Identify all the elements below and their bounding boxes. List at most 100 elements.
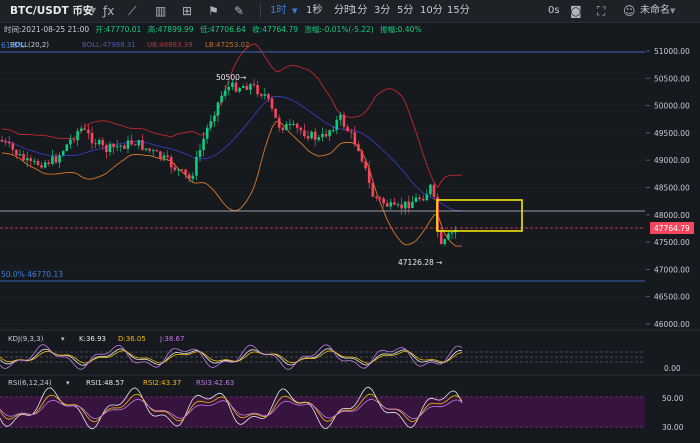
candle-body [205, 127, 209, 139]
candle-body [411, 202, 414, 209]
rsi-axis-30: 30.00 [662, 423, 684, 432]
price-grid [0, 50, 645, 325]
highlight-box[interactable] [436, 199, 523, 232]
price-tick: 47500.00 [654, 238, 690, 247]
candle-body [0, 140, 4, 142]
candle-body [285, 124, 288, 131]
boll-lb-value: LB:47253.02 [205, 41, 249, 49]
candle-body [162, 155, 166, 159]
candle-body [303, 130, 306, 137]
candle-body [267, 94, 270, 99]
rsi1-value: RSI1:48.57 [86, 379, 124, 387]
candle-body [97, 140, 101, 145]
candle-body [40, 165, 43, 168]
candle-body [141, 140, 144, 150]
candle-body [342, 114, 346, 127]
candle-body [105, 145, 108, 152]
candle-body [252, 84, 256, 86]
kdj-k-value: K:36.93 [79, 335, 106, 343]
candle-body [245, 86, 249, 90]
candle-body [249, 84, 252, 90]
candle-body [443, 239, 447, 245]
candle-body [371, 182, 375, 197]
kdj-j-value: J:38.67 [159, 335, 184, 343]
candle-body [353, 132, 357, 145]
candle-body [29, 158, 33, 162]
candle-body [25, 158, 29, 161]
boll-mid-value: BOLL:47968.31 [82, 41, 136, 49]
candle-body [414, 197, 418, 203]
candle-body [144, 148, 148, 150]
candle-body [198, 149, 202, 158]
candle-body [133, 144, 137, 146]
candle-body [227, 86, 231, 91]
candle-body [87, 129, 90, 134]
candle-body [115, 146, 119, 148]
candle-body [396, 204, 400, 206]
candle-body [220, 95, 223, 103]
price-tick: 48000.00 [654, 211, 690, 220]
candle-body [324, 133, 328, 137]
candle-body [191, 175, 195, 179]
rsi-dropdown-icon[interactable]: ▾ [66, 379, 70, 387]
kdj-label: KDJ(9,3,3) [8, 335, 44, 343]
boll-middle-band [1, 95, 462, 212]
candle-body [112, 143, 115, 148]
candle-body [137, 140, 141, 146]
candle-body [295, 123, 299, 128]
candle-body [241, 86, 245, 89]
candle-body [407, 201, 411, 209]
rsi2-value: RSI2:43.37 [143, 379, 181, 387]
candle-body [11, 143, 15, 150]
candle-body [69, 139, 72, 145]
price-tick: 51000.00 [654, 47, 690, 56]
candle-body [76, 131, 79, 141]
candle-body [447, 233, 450, 240]
candlesticks [0, 78, 457, 247]
rsi-axis-50: 50.00 [662, 394, 684, 403]
candle-body [43, 162, 47, 168]
candle-body [277, 117, 281, 128]
candle-body [184, 169, 187, 175]
kline-chart[interactable]: 61.8% 50.0% 46770.13 BOLL(20,2) BOLL:479… [0, 0, 700, 443]
candle-body [151, 150, 155, 152]
candle-body [425, 194, 429, 201]
candle-body [79, 128, 83, 132]
candle-body [195, 157, 198, 176]
candle-body [180, 169, 184, 171]
candle-body [177, 169, 180, 171]
candle-body [270, 98, 274, 109]
price-tick: 50500.00 [654, 74, 690, 83]
candle-body [432, 184, 436, 197]
boll-upper-band [1, 43, 462, 189]
candle-body [349, 131, 353, 133]
candle-body [389, 202, 393, 207]
candle-body [306, 136, 310, 139]
low-arrow-icon: → [436, 258, 442, 267]
candle-body [339, 114, 342, 120]
candle-body [166, 155, 169, 158]
kdj-dropdown-icon[interactable]: ▾ [61, 335, 65, 343]
candle-body [281, 127, 285, 131]
candle-body [234, 82, 238, 92]
candle-body [47, 162, 51, 164]
boll-label: BOLL(20,2) [10, 41, 49, 49]
candle-body [173, 167, 177, 171]
price-tick: 50000.00 [654, 102, 690, 111]
candle-body [313, 131, 317, 140]
candle-body [364, 161, 367, 169]
candle-body [72, 139, 76, 141]
candle-body [22, 154, 25, 161]
high-annotation: 50500 [216, 73, 240, 82]
boll-ub-value: UB:48683.39 [147, 41, 193, 49]
kdj-d-value: D:36.05 [118, 335, 146, 343]
candle-body [123, 145, 126, 149]
fib-50-label: 50.0% 46770.13 [1, 270, 63, 279]
candle-body [288, 123, 292, 125]
candle-body [259, 94, 263, 96]
candle-body [187, 174, 191, 179]
current-price-label: 47764.79 [654, 224, 690, 233]
candle-body [202, 138, 205, 150]
candle-body [148, 148, 151, 151]
candle-body [83, 128, 87, 130]
